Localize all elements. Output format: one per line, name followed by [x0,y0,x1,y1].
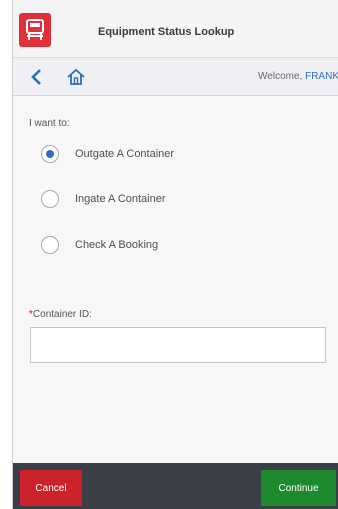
action-prompt: I want to: [29,118,70,129]
page-title: Equipment Status Lookup [98,26,235,38]
option-label: Outgate A Container [75,148,175,160]
chevron-left-icon [31,69,41,85]
radio-outgate[interactable] [41,145,59,163]
title-bar: Equipment Status Lookup [13,0,338,58]
option-check-booking[interactable]: Check A Booking [41,235,301,257]
container-id-label-text: Container ID: [32,309,92,320]
option-label: Check A Booking [75,239,159,251]
option-ingate-container[interactable]: Ingate A Container [41,189,301,211]
truck-icon [19,13,51,47]
radio-check-booking[interactable] [41,236,59,254]
app-window: Equipment Status Lookup Welcome, FRANK I… [12,0,338,509]
user-name-link[interactable]: FRANK [305,71,338,82]
home-button[interactable] [65,66,87,88]
form-content: I want to: Outgate A Container Ingate A … [13,96,338,463]
container-id-label: *Container ID: [29,309,92,320]
cancel-button[interactable]: Cancel [20,470,82,506]
home-icon [67,68,85,85]
welcome-text: Welcome, FRANK [258,71,338,82]
footer-bar: Cancel Continue [13,463,338,509]
welcome-prefix: Welcome, [258,71,306,82]
continue-button[interactable]: Continue [261,470,336,506]
nav-bar: Welcome, FRANK [13,58,338,96]
option-label: Ingate A Container [75,193,166,205]
back-button[interactable] [27,67,47,87]
option-outgate-container[interactable]: Outgate A Container [41,144,301,166]
container-id-input[interactable] [30,327,326,363]
radio-ingate[interactable] [41,190,59,208]
